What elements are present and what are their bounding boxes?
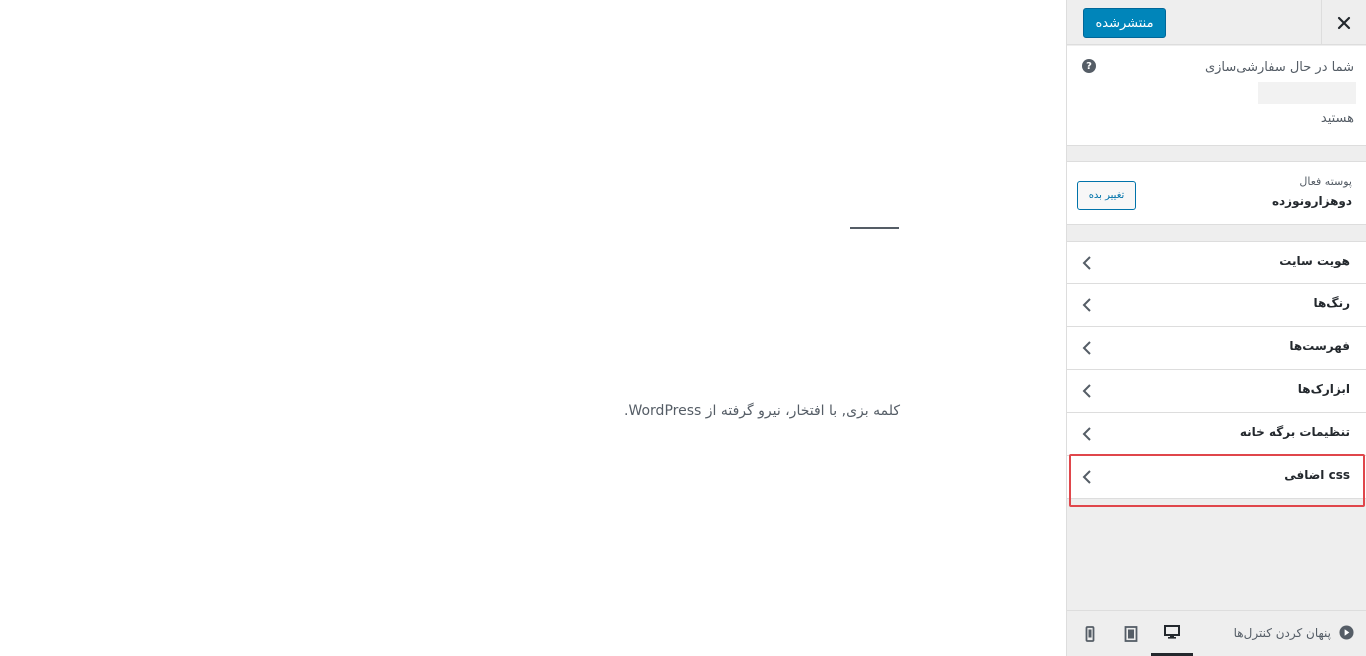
chevron-left-icon <box>1082 427 1091 441</box>
site-title-redacted <box>1258 82 1356 104</box>
active-theme-name: دوهزارونوزده <box>1271 194 1352 208</box>
customizer-sidebar: منتشرشده شما در حال سفارشی‌سازی هستید ? … <box>1066 0 1366 656</box>
customizer-header: منتشرشده <box>1067 0 1366 45</box>
chevron-left-icon <box>1082 298 1091 312</box>
customizer-panels: هویت سایت رنگ‌ها فهرست‌ها ابزارک‌ها تنظی… <box>1067 241 1366 499</box>
publish-button[interactable]: منتشرشده <box>1083 8 1166 38</box>
preview-credit-text[interactable]: کلمه بزی, با افتخار، نیرو گرفته از WordP… <box>624 403 900 419</box>
customizer-footer: پنهان کردن کنترل‌ها <box>1067 610 1366 656</box>
preview-mobile-button[interactable] <box>1069 611 1111 656</box>
panel-additional-css[interactable]: css اضافی <box>1067 456 1366 499</box>
panel-widgets[interactable]: ابزارک‌ها <box>1067 370 1366 413</box>
panel-colors[interactable]: رنگ‌ها <box>1067 284 1366 327</box>
panel-menus[interactable]: فهرست‌ها <box>1067 327 1366 370</box>
customizing-info: شما در حال سفارشی‌سازی هستید ? <box>1067 46 1366 146</box>
chevron-left-icon <box>1082 470 1091 484</box>
hide-controls-label: پنهان کردن کنترل‌ها <box>1233 625 1331 640</box>
chevron-left-icon <box>1082 341 1091 355</box>
active-theme-section: پوسته فعال دوهزارونوزده تغییر بده <box>1067 161 1366 225</box>
panel-site-identity[interactable]: هویت سایت <box>1067 241 1366 284</box>
collapse-arrow-icon <box>1339 625 1354 640</box>
customizing-info-suffix: هستید <box>1320 111 1354 126</box>
preview-tablet-button[interactable] <box>1110 611 1152 656</box>
mobile-icon <box>1085 626 1095 642</box>
help-icon[interactable]: ? <box>1082 59 1096 73</box>
site-preview: کلمه بزی, با افتخار، نیرو گرفته از WordP… <box>0 0 1066 656</box>
close-customizer-button[interactable] <box>1321 0 1366 45</box>
panel-label: css اضافی <box>1284 468 1350 482</box>
preview-separator <box>850 227 899 229</box>
hide-controls-button[interactable]: پنهان کردن کنترل‌ها <box>1234 625 1354 640</box>
panel-label: فهرست‌ها <box>1289 339 1350 353</box>
panel-label: رنگ‌ها <box>1313 296 1350 310</box>
desktop-icon <box>1164 625 1180 639</box>
panel-label: هویت سایت <box>1279 254 1350 268</box>
chevron-left-icon <box>1082 384 1091 398</box>
preview-desktop-button[interactable] <box>1151 611 1193 656</box>
tablet-icon <box>1124 626 1138 642</box>
change-theme-button[interactable]: تغییر بده <box>1077 181 1136 210</box>
customizing-info-text: شما در حال سفارشی‌سازی <box>1204 60 1354 75</box>
panel-label: تنظیمات برگه خانه <box>1239 425 1350 439</box>
panel-homepage-settings[interactable]: تنظیمات برگه خانه <box>1067 413 1366 456</box>
panel-label: ابزارک‌ها <box>1297 382 1350 396</box>
active-theme-label: پوسته فعال <box>1299 175 1352 188</box>
chevron-left-icon <box>1082 256 1091 270</box>
close-icon <box>1337 16 1351 29</box>
